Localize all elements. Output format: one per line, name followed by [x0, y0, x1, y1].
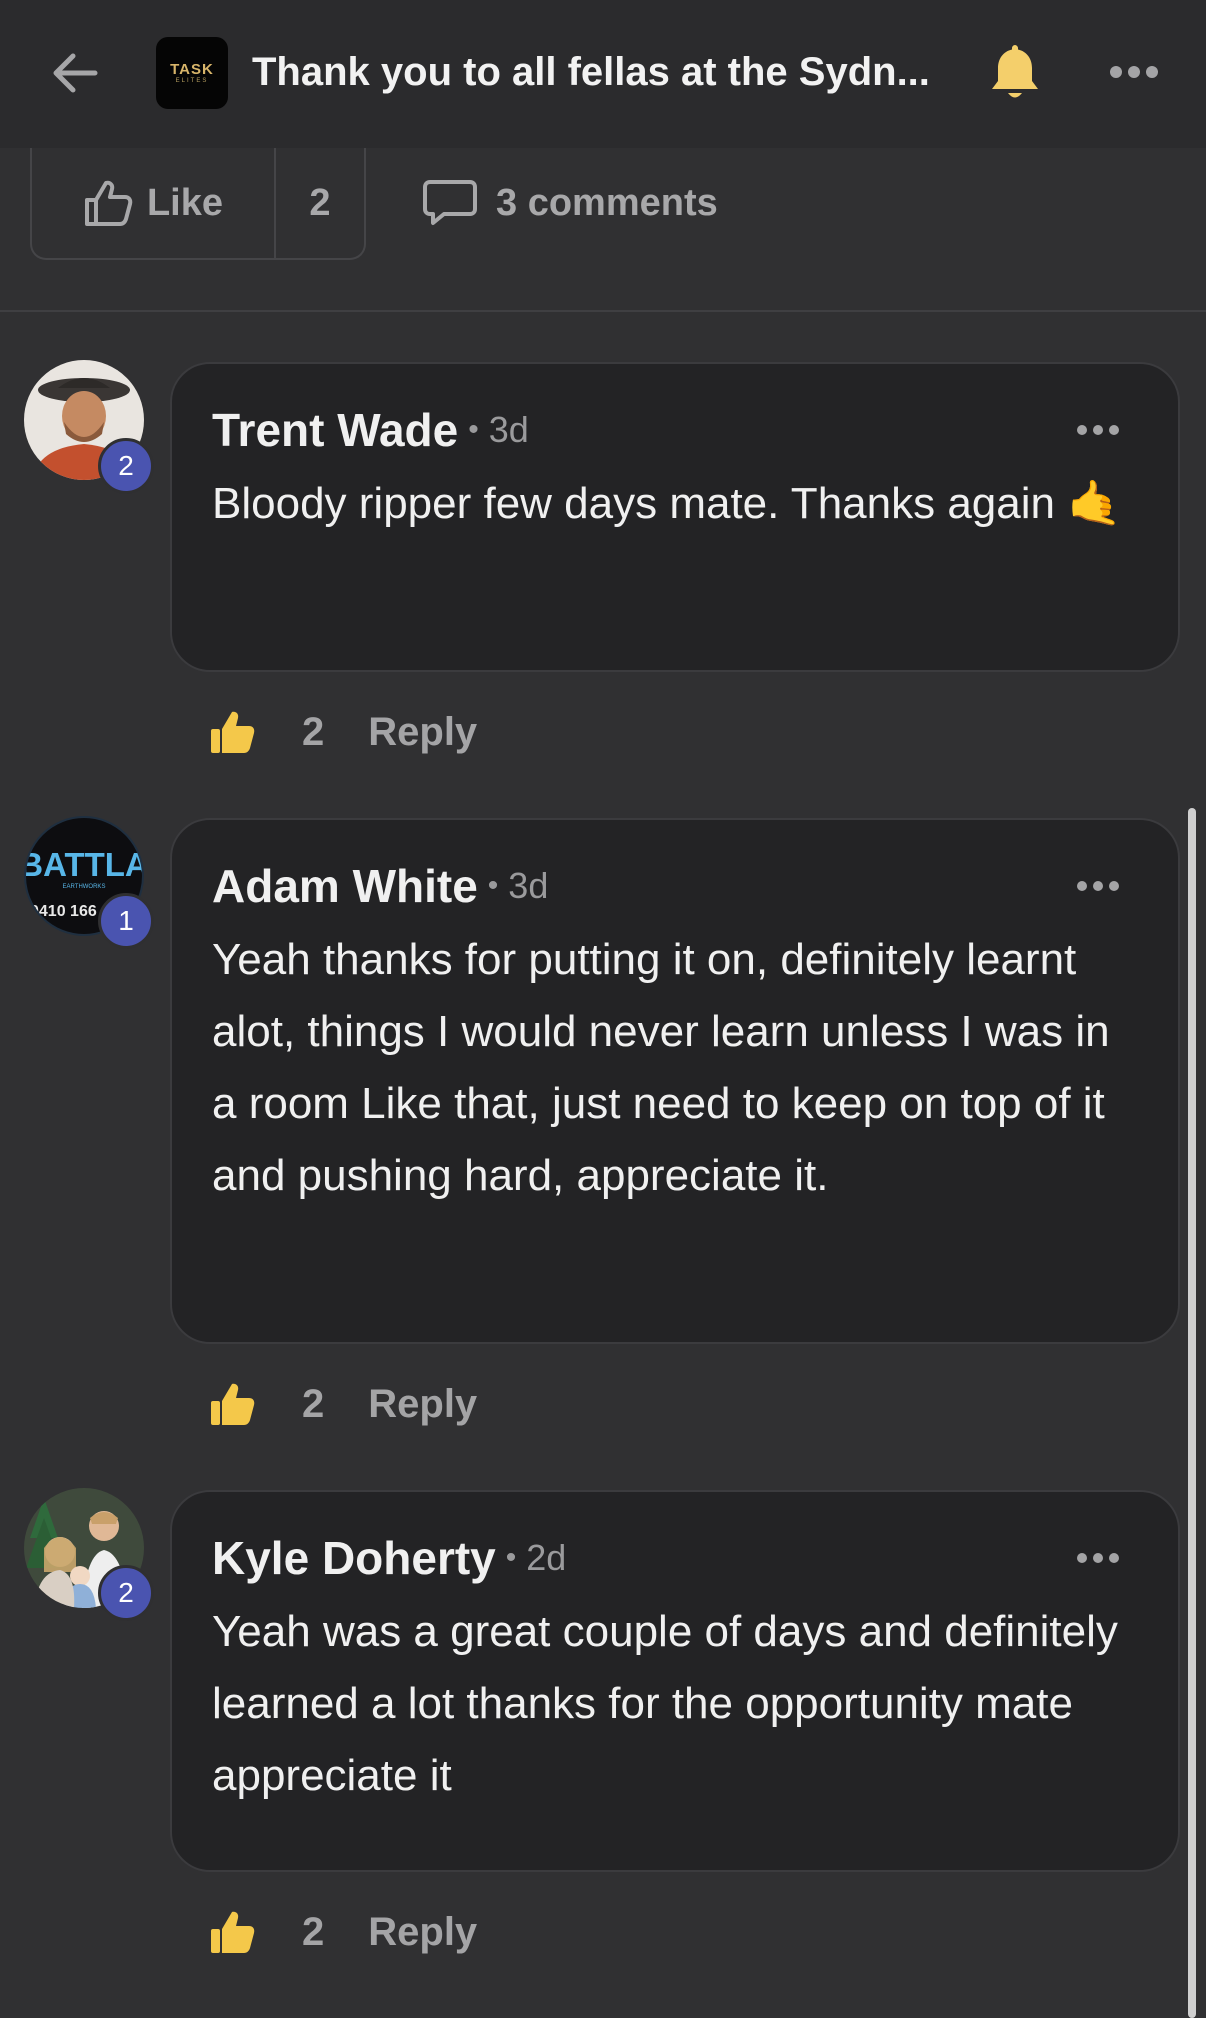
comment-more-button[interactable]: [1070, 1540, 1126, 1576]
more-horizontal-icon: [1110, 66, 1158, 78]
comment-icon: [423, 180, 477, 225]
comment-time: 3d: [508, 865, 549, 906]
group-logo[interactable]: TASK ELITES: [156, 37, 228, 109]
comment-header: Adam White • 3d: [212, 856, 548, 916]
like-count[interactable]: 2: [302, 710, 324, 755]
more-horizontal-icon: [1077, 1553, 1119, 1563]
like-count[interactable]: 2: [302, 1910, 324, 1955]
comments-count-label: 3 comments: [496, 181, 718, 224]
scrollbar[interactable]: [1188, 808, 1196, 2018]
reply-button[interactable]: Reply: [368, 710, 477, 755]
comment-header: Trent Wade • 3d: [212, 400, 529, 460]
comment-text: Bloody ripper few days mate. Thanks agai…: [212, 479, 1122, 528]
comment-text: Yeah was a great couple of days and defi…: [212, 1607, 1118, 1800]
separator-dot: •: [487, 869, 499, 902]
comment-header: Kyle Doherty • 2d: [212, 1528, 566, 1588]
back-button[interactable]: [44, 42, 106, 104]
thumbs-up-icon: [211, 1383, 255, 1425]
separator-dot: •: [505, 1541, 517, 1574]
avatar-logo-sub: EARTHWORKS: [63, 884, 106, 890]
like-group: Like 2: [30, 148, 366, 260]
comment-bubble: Trent Wade • 3d Bloody ripper few days m…: [170, 362, 1180, 672]
comments-button[interactable]: 3 comments: [422, 170, 718, 236]
more-horizontal-icon: [1077, 425, 1119, 435]
badge-count: 2: [98, 1565, 154, 1621]
comment-author[interactable]: Kyle Doherty: [212, 1531, 496, 1585]
comment-author[interactable]: Trent Wade: [212, 403, 458, 457]
badge-count: 1: [98, 893, 154, 949]
group-logo-subtext: ELITES: [175, 77, 209, 84]
more-horizontal-icon: [1077, 881, 1119, 891]
comment-bubble: Adam White • 3d Yeah thanks for putting …: [170, 818, 1180, 1344]
thumbs-up-icon: [211, 711, 255, 753]
post-title: Thank you to all fellas at the Sydn...: [252, 50, 930, 94]
comment-actions: 2 Reply: [204, 1900, 477, 1964]
comment-actions: 2 Reply: [204, 1372, 477, 1436]
comment-author[interactable]: Adam White: [212, 859, 478, 913]
notifications-button[interactable]: [980, 36, 1050, 108]
group-logo-text: TASK: [170, 60, 214, 78]
reply-button[interactable]: Reply: [368, 1382, 477, 1427]
comment-bubble: Kyle Doherty • 2d Yeah was a great coupl…: [170, 1490, 1180, 1872]
comment-more-button[interactable]: [1070, 868, 1126, 904]
top-bar: TASK ELITES Thank you to all fellas at t…: [0, 0, 1206, 150]
thumbs-up-outline-icon: [84, 180, 133, 226]
avatar-logo-text: BATTLA: [26, 846, 144, 883]
arrow-left-icon: [53, 53, 98, 93]
like-reaction-button[interactable]: [204, 1376, 260, 1432]
separator-dot: •: [468, 413, 479, 446]
comment-text: Yeah thanks for putting it on, definitel…: [212, 935, 1110, 1200]
like-count[interactable]: 2: [302, 1382, 324, 1427]
badge-count: 2: [98, 438, 154, 494]
comment-more-button[interactable]: [1070, 412, 1126, 448]
like-button[interactable]: Like: [32, 148, 276, 258]
bell-icon: [992, 45, 1038, 98]
like-reaction-button[interactable]: [204, 704, 260, 760]
comment-time: 2d: [526, 1537, 567, 1578]
comment-actions: 2 Reply: [204, 700, 477, 764]
like-label: Like: [146, 181, 224, 224]
thumbs-up-icon: [211, 1911, 255, 1953]
post-actions-bar: Like 2 3 comments: [0, 148, 1206, 312]
more-options-button[interactable]: [1098, 46, 1170, 98]
like-reaction-button[interactable]: [204, 1904, 260, 1960]
reply-button[interactable]: Reply: [368, 1910, 477, 1955]
comment-time: 3d: [488, 409, 529, 450]
avatar-logo-phone: 0410 166: [30, 903, 97, 920]
like-count[interactable]: 2: [276, 148, 364, 258]
